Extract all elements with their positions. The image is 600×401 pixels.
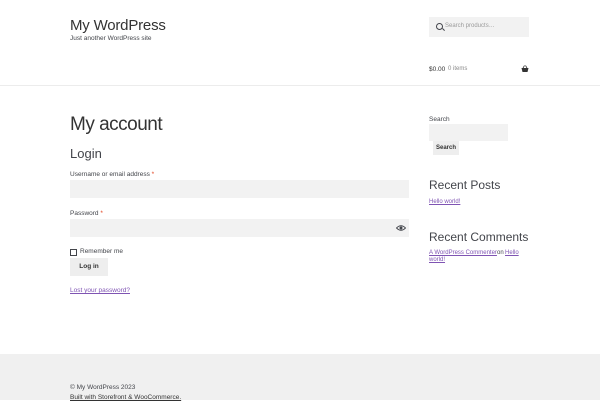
site-header: My WordPress Just another WordPress site… [0,0,600,86]
show-password-eye-icon[interactable] [396,224,406,232]
username-field[interactable] [70,180,409,198]
cart-item-count[interactable]: 0 items [448,66,467,72]
comment-author-link[interactable]: A WordPress Commenter [429,250,497,256]
page-title: My account [70,114,163,135]
recent-post-link[interactable]: Hello world! [429,199,460,205]
recent-comments-title: Recent Comments [429,230,529,244]
search-placeholder: Search products… [445,23,495,29]
basket-icon[interactable] [521,65,529,73]
sidebar-search-label: Search [429,116,450,123]
sidebar-search-input[interactable] [429,124,508,141]
comment-post-link[interactable]: Hello [505,250,519,256]
required-marker: * [100,210,103,217]
login-heading: Login [70,146,102,161]
site-description: Just another WordPress site [70,35,152,42]
cart-total[interactable]: $0.00 [429,66,445,73]
comment-post-link-continued[interactable]: world! [429,257,445,263]
required-marker: * [151,171,155,178]
sidebar-search-button[interactable]: Search [433,141,459,155]
comment-on-text: on [497,250,504,256]
username-label-text: Username or email address [70,171,150,178]
product-search-input[interactable]: Search products… [429,17,529,37]
lost-password-link[interactable]: Lost your password? [70,287,130,294]
password-field[interactable] [70,219,409,237]
search-icon [436,23,443,30]
password-label-text: Password [70,210,99,217]
remember-me-label[interactable]: Remember me [80,248,123,255]
recent-posts-title: Recent Posts [429,178,501,192]
username-label: Username or email address * [70,171,154,178]
site-title[interactable]: My WordPress [70,17,166,34]
login-button[interactable]: Log in [70,258,108,276]
password-label: Password * [70,210,103,217]
footer-copyright: © My WordPress 2023 [70,384,136,391]
remember-me-checkbox[interactable] [70,249,77,256]
